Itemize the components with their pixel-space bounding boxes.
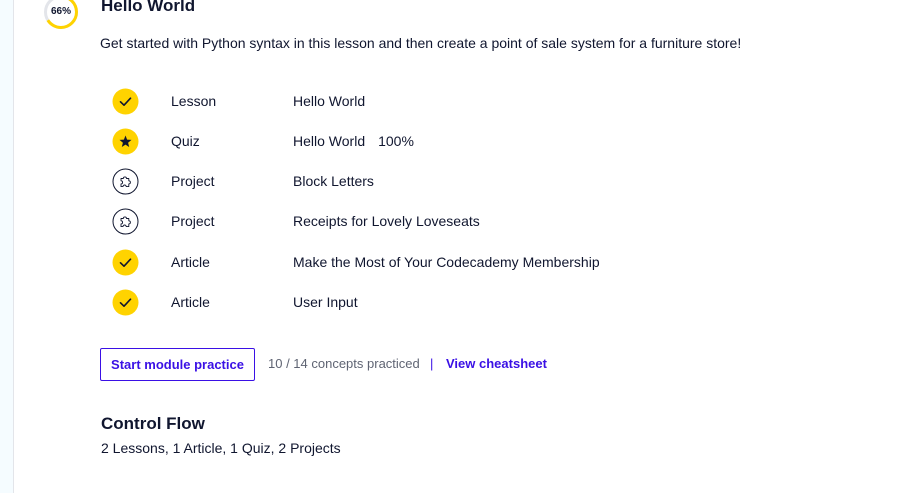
concepts-practiced-text: 10 / 14 concepts practiced	[268, 356, 420, 371]
content-row-project[interactable]: Project Block Letters	[0, 161, 700, 201]
next-module-title[interactable]: Control Flow	[101, 414, 205, 434]
content-row-lesson[interactable]: Lesson Hello World	[0, 81, 700, 121]
puzzle-icon	[112, 208, 139, 235]
separator: |	[430, 356, 434, 371]
content-type: Project	[171, 213, 215, 229]
puzzle-icon	[112, 168, 139, 195]
content-row-article[interactable]: Article Make the Most of Your Codecademy…	[0, 242, 700, 282]
content-type: Article	[171, 254, 210, 270]
content-title-link[interactable]: Receipts for Lovely Loveseats	[293, 213, 480, 229]
check-icon	[112, 289, 139, 316]
content-title-link[interactable]: Make the Most of Your Codecademy Members…	[293, 254, 600, 270]
module-description: Get started with Python syntax in this l…	[100, 35, 742, 51]
content-title-link[interactable]: Block Letters	[293, 173, 374, 189]
content-type: Lesson	[171, 93, 217, 109]
content-title-link[interactable]: Hello World 100%	[293, 133, 414, 149]
content-type: Quiz	[171, 133, 200, 149]
content-type: Article	[171, 294, 210, 310]
content-row-project[interactable]: Project Receipts for Lovely Loveseats	[0, 201, 700, 241]
progress-percent: 66%	[50, 6, 71, 17]
content-title-text: Hello World	[293, 133, 366, 149]
start-module-practice-button[interactable]: Start module practice	[100, 348, 255, 381]
content-title-link[interactable]: Hello World	[293, 93, 365, 109]
content-type: Project	[171, 173, 215, 189]
content-title-link[interactable]: User Input	[293, 294, 358, 310]
check-icon	[112, 88, 139, 115]
content-row-quiz[interactable]: Quiz Hello World 100%	[0, 121, 700, 161]
view-cheatsheet-link[interactable]: View cheatsheet	[446, 356, 547, 371]
star-icon	[112, 128, 139, 155]
check-icon	[112, 249, 139, 276]
module-title: Hello World	[101, 0, 196, 15]
next-module-summary: 2 Lessons, 1 Article, 1 Quiz, 2 Projects	[101, 440, 341, 456]
quiz-score: 100%	[378, 133, 414, 149]
content-row-article[interactable]: Article User Input	[0, 282, 700, 322]
